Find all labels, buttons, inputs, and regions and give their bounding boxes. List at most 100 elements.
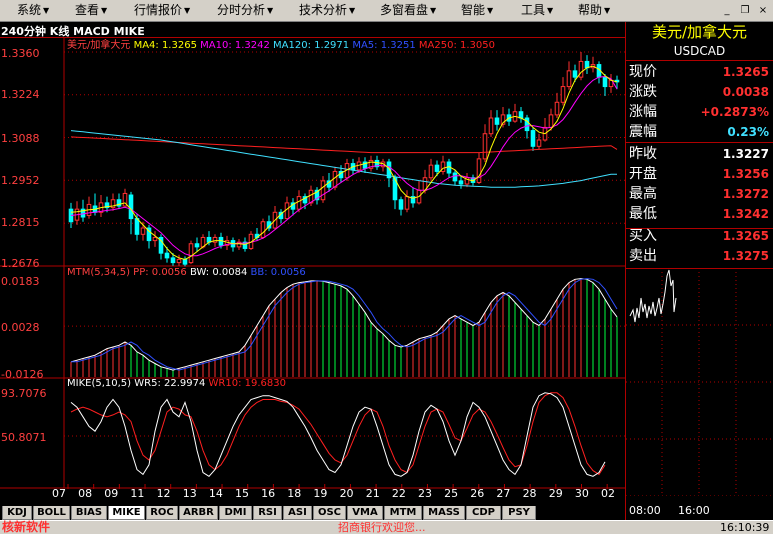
tab-bias[interactable]: BIAS (71, 506, 107, 520)
candle-body (530, 130, 536, 147)
menu-multiwindow[interactable]: 多窗看盘 ▼ (380, 3, 436, 18)
quote-value: 0.23% (727, 125, 769, 139)
mtm-indicator (70, 278, 618, 377)
candle-body (164, 252, 170, 259)
candle-body (434, 164, 440, 172)
candle-body (554, 101, 560, 116)
mike-legend-wr10: WR10: 19.6830 (208, 378, 287, 389)
quote-value: 1.3272 (722, 187, 769, 201)
menu-system[interactable]: 系统 ▼ (17, 3, 49, 18)
x-axis-label: 14 (208, 487, 223, 500)
tab-boll[interactable]: BOLL (33, 506, 70, 520)
ma-legend-ma5: MA5: 1.3251 (352, 40, 416, 51)
price-axis-label: 1.2676 (1, 257, 40, 270)
tab-cdp[interactable]: CDP (466, 506, 501, 520)
quote-value: 1.3265 (722, 229, 769, 243)
candle-body (494, 117, 500, 125)
minimize-icon[interactable]: _ (720, 4, 734, 17)
candlesticks (68, 52, 620, 267)
intraday-mini-chart[interactable] (626, 268, 773, 496)
menu-tools[interactable]: 工具 ▼ (521, 3, 553, 18)
candle-body (140, 227, 146, 235)
candle-body (458, 180, 464, 185)
close-icon[interactable]: × (756, 4, 770, 17)
candle-body (566, 70, 572, 88)
candle-body (320, 180, 326, 201)
quote-label: 最低 (629, 206, 657, 222)
mini-time-label: 08:00 (629, 504, 661, 517)
menu-intraday[interactable]: 分时分析 ▼ (217, 3, 273, 18)
quote-label: 买入 (629, 228, 657, 244)
price-axis-label: 1.2952 (1, 174, 40, 187)
quote-value: 0.0038 (722, 85, 769, 99)
quote-code: USDCAD (673, 44, 726, 58)
ma-legend-ma10: MA10: 1.3242 (200, 40, 270, 51)
mike-legend: MIKE(5,10,5) WR5: 22.9974 WR10: 19.6830 (67, 378, 286, 390)
tab-asi[interactable]: ASI (283, 506, 312, 520)
x-axis-label: 19 (313, 487, 328, 500)
candle-body (176, 258, 182, 264)
candle-body (134, 218, 140, 235)
mtm-legend-pp: PP: 0.0056 (133, 267, 187, 278)
tab-roc[interactable]: ROC (146, 506, 178, 520)
x-axis-label: 16 (261, 487, 276, 500)
tab-mass[interactable]: MASS (423, 506, 465, 520)
mike-indicator (70, 392, 606, 477)
tab-mtm[interactable]: MTM (384, 506, 422, 520)
quote-label: 卖出 (629, 248, 657, 264)
menu-smart[interactable]: 智能 ▼ (461, 3, 493, 18)
candle-body (572, 70, 578, 78)
menu-help[interactable]: 帮助 ▼ (578, 3, 610, 18)
ma-legend-ma4: MA4: 1.3265 (133, 40, 197, 51)
quote-value: 1.3227 (722, 147, 769, 161)
tab-kdj[interactable]: KDJ (2, 506, 32, 520)
candle-body (296, 196, 302, 210)
tab-mike[interactable]: MIKE (108, 506, 145, 520)
menu-view[interactable]: 查看 ▼ (75, 3, 107, 18)
mtm-axis-label: -0.0126 (1, 368, 44, 381)
candle-body (548, 114, 554, 128)
mike-legend-wr5: WR5: 22.9974 (134, 378, 206, 389)
menu-technical[interactable]: 技术分析 ▼ (299, 3, 355, 18)
tab-vma[interactable]: VMA (347, 506, 383, 520)
x-axis-label: 02 (601, 487, 615, 500)
x-axis-label: 30 (574, 487, 589, 500)
mtm-bb-line (71, 278, 618, 371)
quote-label: 开盘 (629, 166, 657, 182)
x-axis-label: 22 (391, 487, 406, 500)
menu-quotes[interactable]: 行情报价 ▼ (134, 3, 190, 18)
price-axis-label: 1.3224 (1, 88, 40, 101)
tab-psy[interactable]: PSY (502, 506, 536, 520)
chevron-down-icon: ▼ (604, 6, 611, 15)
restore-icon[interactable]: ❐ (738, 4, 752, 17)
x-axis-label: 11 (130, 487, 145, 500)
mtm-axis-label: 0.0028 (1, 321, 40, 334)
tab-rsi[interactable]: RSI (253, 506, 282, 520)
chevron-down-icon: ▼ (487, 6, 494, 15)
candle-body (212, 236, 218, 243)
quote-label: 涨跌 (629, 84, 657, 100)
candle-body (488, 117, 494, 135)
candle-body (260, 221, 266, 238)
x-axis-label: 27 (496, 487, 511, 500)
quote-label: 现价 (629, 64, 657, 80)
x-axis-label: 08 (78, 487, 93, 500)
chevron-down-icon: ▼ (430, 6, 437, 15)
mtm-axis-label: 0.0183 (1, 275, 40, 288)
quote-label: 涨幅 (629, 104, 657, 120)
clock-label: 16:10:39 (720, 521, 770, 534)
candle-body (482, 133, 488, 160)
chart-title-bar: 240分钟 K线 MACD MIKE (0, 22, 625, 38)
tab-arbr[interactable]: ARBR (179, 506, 218, 520)
tab-osc[interactable]: OSC (313, 506, 346, 520)
ma-legend-ma250: MA250: 1.3050 (418, 40, 495, 51)
quote-value: +0.2873% (700, 105, 769, 119)
x-axis-label: 29 (548, 487, 563, 500)
price-axis-label: 1.3360 (1, 47, 40, 60)
wr5-line (70, 392, 606, 477)
candle-body (560, 86, 566, 103)
chart-grid (0, 38, 625, 489)
x-axis-label: 18 (287, 487, 302, 500)
mini-price-line (629, 269, 677, 323)
tab-dmi[interactable]: DMI (219, 506, 252, 520)
